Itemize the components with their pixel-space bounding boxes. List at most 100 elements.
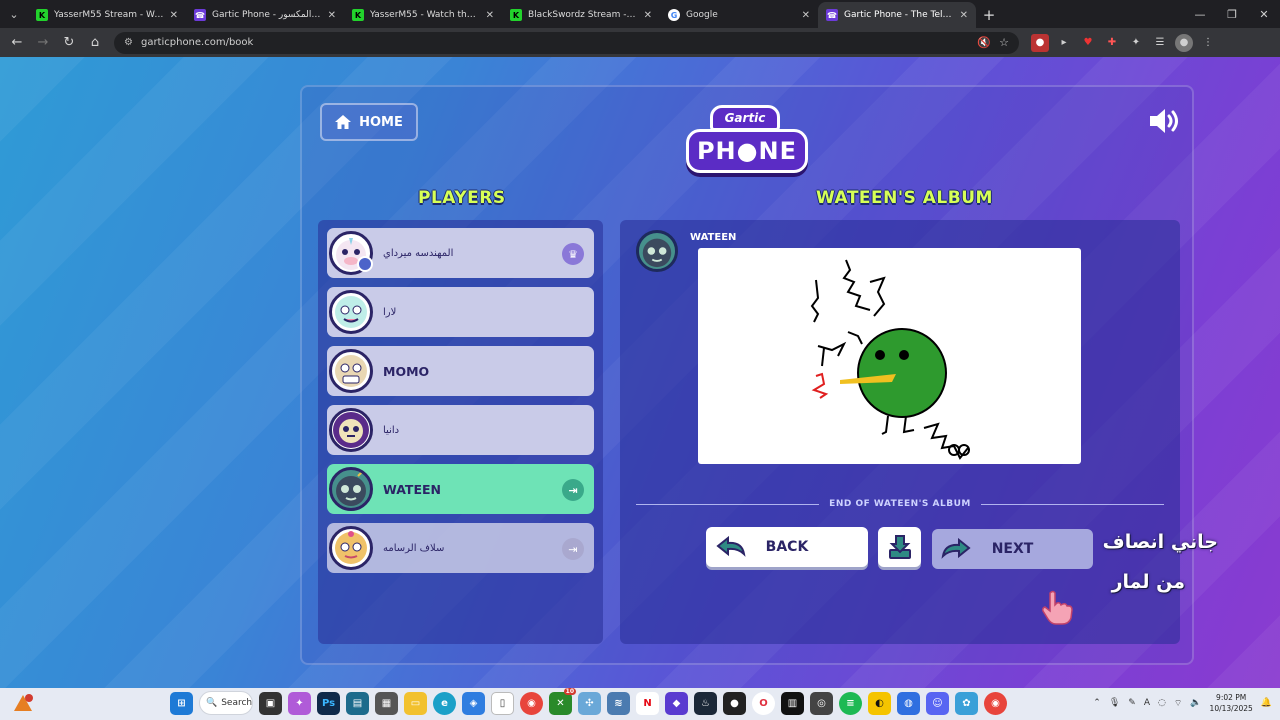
- notepad-icon[interactable]: ▯: [491, 691, 514, 715]
- address-bar[interactable]: ⚙ garticphone.com/book 🔇 ☆: [114, 31, 1019, 54]
- profile-avatar-icon[interactable]: ●: [1175, 33, 1193, 52]
- xbox-icon[interactable]: ✕ 10: [549, 687, 576, 715]
- close-tab-icon[interactable]: ✕: [170, 10, 178, 21]
- player-row[interactable]: المهندسه ميرداي ♛: [327, 228, 594, 278]
- url-text[interactable]: garticphone.com/book: [141, 37, 969, 48]
- download-button[interactable]: [878, 527, 921, 567]
- player-name: سلاف الرسامه: [383, 542, 445, 554]
- tab-title: Google: [686, 10, 718, 20]
- extensions-puzzle-icon[interactable]: ✦: [1127, 34, 1145, 52]
- extension-icon[interactable]: ♥: [1079, 34, 1097, 52]
- photoshop-icon[interactable]: Ps: [317, 691, 340, 715]
- player-avatar: [329, 349, 373, 393]
- restore-icon[interactable]: ❐: [1216, 0, 1248, 28]
- close-tab-icon[interactable]: ✕: [328, 10, 336, 21]
- site-info-icon[interactable]: ⚙: [124, 37, 133, 48]
- app-icon[interactable]: ◎: [810, 691, 833, 715]
- weather-widget-icon[interactable]: [12, 693, 34, 715]
- chrome-icon[interactable]: ◉: [520, 691, 543, 715]
- reload-icon[interactable]: ↻: [58, 32, 80, 54]
- close-window-icon[interactable]: ✕: [1248, 0, 1280, 28]
- spotify-icon[interactable]: ≡: [839, 691, 862, 715]
- close-tab-icon[interactable]: ✕: [486, 10, 494, 21]
- hand-cursor-icon: [1042, 590, 1073, 625]
- extension-icon[interactable]: ▸: [1055, 34, 1073, 52]
- opera-icon[interactable]: O: [752, 691, 775, 715]
- player-row[interactable]: MOMO: [327, 346, 594, 396]
- back-arrow-icon[interactable]: ←: [6, 32, 28, 54]
- volume-icon[interactable]: 🔈: [1190, 698, 1201, 708]
- start-windows-icon[interactable]: ⊞: [170, 691, 193, 715]
- clock-time: 9:02 PM: [1216, 693, 1247, 702]
- app-icon[interactable]: ▥: [781, 691, 804, 715]
- mute-tab-icon[interactable]: 🔇: [977, 36, 991, 49]
- app-icon[interactable]: ✿: [955, 691, 978, 715]
- exit-icon[interactable]: ⇥: [562, 538, 584, 560]
- task-view-icon[interactable]: ▣: [259, 691, 282, 715]
- app-icon[interactable]: ≋: [607, 691, 630, 715]
- app-icon[interactable]: ✣: [578, 691, 601, 715]
- close-tab-icon[interactable]: ✕: [960, 10, 968, 21]
- extension-icon[interactable]: ✚: [1103, 34, 1121, 52]
- taskbar-clock[interactable]: 9:02 PM 10/13/2025: [1210, 692, 1253, 714]
- wifi-icon[interactable]: ⌔: [1174, 698, 1182, 709]
- reading-list-icon[interactable]: ☰: [1151, 34, 1169, 52]
- player-row-active[interactable]: WATEEN ⇥: [327, 464, 594, 514]
- browser-tab-6-active[interactable]: ☎ Gartic Phone - The Telephone G ✕: [818, 2, 976, 28]
- gartic-icon: ☎: [194, 9, 206, 21]
- menu-dots-icon[interactable]: ⋮: [1199, 34, 1217, 52]
- store-icon[interactable]: ◈: [462, 691, 485, 715]
- author-avatar: [636, 230, 678, 272]
- font-icon[interactable]: A: [1144, 698, 1150, 708]
- app-icon[interactable]: ◆: [665, 691, 688, 715]
- player-row[interactable]: لارا: [327, 287, 594, 337]
- pen-icon[interactable]: ✎: [1128, 698, 1136, 708]
- discord-icon[interactable]: ☺: [926, 691, 949, 715]
- microphone-icon[interactable]: 🎙: [1109, 698, 1120, 708]
- file-explorer-icon[interactable]: ▭: [404, 691, 427, 715]
- netflix-icon[interactable]: N: [636, 691, 659, 715]
- tab-title: Gartic Phone - The Telephone G: [844, 10, 954, 20]
- windows-taskbar: ⊞ 🔍 Search ▣ ✦ Ps ▤ ▦ ▭ e ◈ ▯ ◉ ✕ 10 ✣ ≋ …: [0, 687, 1280, 720]
- edge-icon[interactable]: e: [433, 691, 456, 715]
- app-icon[interactable]: ●: [723, 691, 746, 715]
- close-tab-icon[interactable]: ✕: [644, 10, 652, 21]
- back-label: BACK: [765, 539, 809, 555]
- browser-tab-4[interactable]: K BlackSwordz Stream - Watch Li ✕: [502, 2, 660, 28]
- forward-arrow-icon[interactable]: →: [32, 32, 54, 54]
- app-icon[interactable]: ◐: [868, 691, 891, 715]
- app-icon[interactable]: ◉: [984, 691, 1007, 715]
- tab-search-icon[interactable]: ⌄: [0, 0, 28, 28]
- google-icon: G: [668, 9, 680, 21]
- calculator-icon[interactable]: ▦: [375, 691, 398, 715]
- new-tab-button[interactable]: +: [976, 2, 1002, 28]
- browser-tab-2[interactable]: ☎ Gartic Phone - الهاتف المكسور ✕: [186, 2, 344, 28]
- player-name: المهندسه ميرداي: [383, 247, 454, 259]
- close-tab-icon[interactable]: ✕: [802, 10, 810, 21]
- taskbar-search[interactable]: 🔍 Search: [199, 691, 253, 715]
- notification-bell-icon[interactable]: 🔔: [1261, 698, 1272, 708]
- browser-tab-1[interactable]: K YasserM55 Stream - Watch Live ✕: [28, 2, 186, 28]
- back-button[interactable]: BACK: [706, 527, 868, 567]
- app-icon[interactable]: ▤: [346, 691, 369, 715]
- steam-icon[interactable]: ♨: [694, 691, 717, 715]
- speaker-sound-icon[interactable]: [1148, 107, 1182, 135]
- copilot-icon[interactable]: ✦: [288, 691, 311, 715]
- player-avatar: [329, 408, 373, 452]
- browser-tab-3[interactable]: K YasserM55 - Watch the VOD on ✕: [344, 2, 502, 28]
- browser-tab-5[interactable]: G Google ✕: [660, 2, 818, 28]
- extension-icon[interactable]: ●: [1031, 33, 1049, 52]
- home-button[interactable]: HOME: [320, 103, 418, 141]
- home-label: HOME: [359, 114, 403, 130]
- player-row[interactable]: دانيا: [327, 405, 594, 455]
- network-icon[interactable]: ◌: [1158, 698, 1166, 708]
- app-icon[interactable]: ◍: [897, 691, 920, 715]
- home-house-icon: [335, 115, 352, 129]
- next-button[interactable]: NEXT: [932, 529, 1093, 569]
- minimize-icon[interactable]: —: [1184, 0, 1216, 28]
- player-row[interactable]: سلاف الرسامه ⇥: [327, 523, 594, 573]
- tray-chevron-icon[interactable]: ⌃: [1093, 698, 1101, 708]
- exit-icon[interactable]: ⇥: [562, 479, 584, 501]
- home-icon[interactable]: ⌂: [84, 32, 106, 54]
- bookmark-star-icon[interactable]: ☆: [999, 36, 1009, 49]
